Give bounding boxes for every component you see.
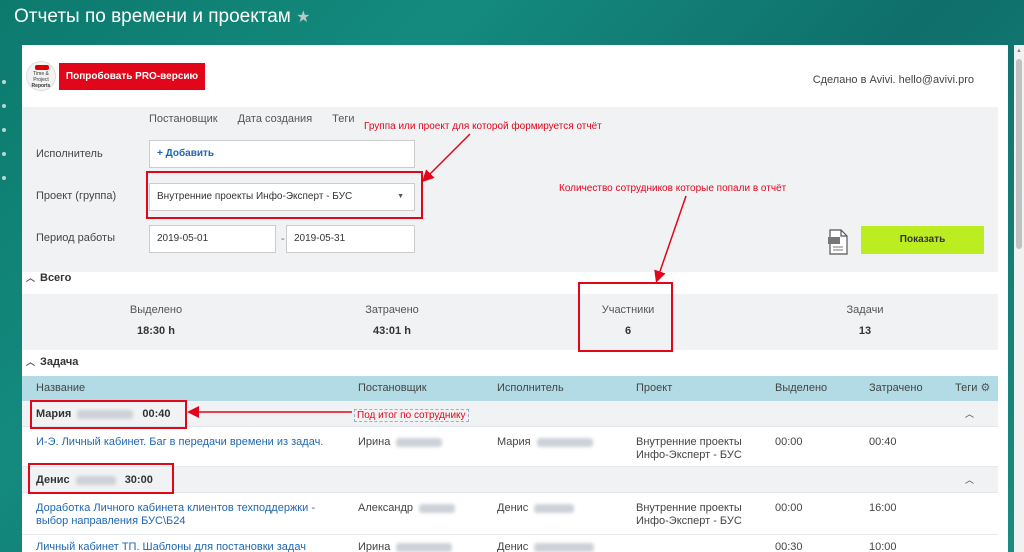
chevron-up-icon[interactable]: ︿ [965,401,974,427]
col-executor[interactable]: Исполнитель [497,376,564,401]
made-by-text: Сделано в Avivi. hello@avivi.pro [812,74,974,86]
total-spent: Затрачено 43:01 h [365,304,419,337]
dot-icon [2,128,6,132]
star-icon[interactable]: ★ [296,9,310,26]
task-executor: Денис [497,502,580,515]
export-doc-icon[interactable] [827,229,849,255]
blurred-surname [536,437,593,447]
annotation-project-box [146,171,423,219]
task-executor: Денис [497,541,600,552]
annotation-count-note: Количество сотрудников которые попали в … [559,183,787,194]
task-spent: 10:00 [869,541,897,552]
dot-icon [2,176,6,180]
col-project[interactable]: Проект [636,376,672,401]
task-allocated: 00:00 [775,502,803,514]
task-executor: Мария [497,436,599,449]
tasks-section-header[interactable]: ︿ Задача [22,352,998,373]
dot-icon [2,104,6,108]
left-strip [0,80,8,200]
period-label: Период работы [36,232,115,244]
col-allocated[interactable]: Выделено [775,376,827,401]
totals-section-header[interactable]: ︿ Всего [22,268,998,289]
blurred-surname [419,503,456,513]
table-row: Личный кабинет ТП. Шаблоны для постановк… [22,535,998,552]
task-project: Внутренние проекты Инфо-Эксперт - БУС [636,436,742,461]
add-executor-link[interactable]: + Добавить [157,148,214,159]
task-allocated: 00:30 [775,541,803,552]
task-title-link[interactable]: И-Э. Личный кабинет. Баг в передачи врем… [36,436,336,449]
blurred-surname [534,542,595,552]
executor-label: Исполнитель [36,148,103,160]
date-range-separator: - [281,233,285,245]
table-header: Название Постановщик Исполнитель Проект … [22,376,998,401]
annotation-group-note: Группа или проект для которой формируетс… [364,121,602,132]
task-author: Ирина [358,436,448,449]
chevron-up-icon: ︿ [26,357,36,367]
filter-tabs: Постановщик Дата создания Теги [149,113,355,125]
annotation-participants-box [578,282,673,352]
annotation-group1-box [30,400,187,429]
dot-icon [2,152,6,156]
blurred-surname [396,437,443,447]
annotation-group2-box [28,463,174,494]
dot-icon [2,80,6,84]
show-button[interactable]: Показать [861,226,984,254]
totals-panel: Выделено 18:30 h Затрачено 43:01 h Участ… [22,294,998,350]
scroll-up-icon[interactable]: ▲ [1016,48,1022,54]
panel-header: Time & Project Reports Попробовать PRO-в… [22,45,998,107]
task-title-link[interactable]: Личный кабинет ТП. Шаблоны для постановк… [36,541,336,552]
project-label: Проект (группа) [36,190,117,202]
date-from-input[interactable]: 2019-05-01 [149,225,276,253]
col-spent[interactable]: Затрачено [869,376,923,401]
blurred-surname [534,503,575,513]
gear-icon[interactable]: ⚙ [980,382,990,394]
col-name[interactable]: Название [36,376,85,401]
table-row: Доработка Личного кабинета клиентов техп… [22,493,998,535]
task-spent: 00:40 [869,436,897,448]
date-to-input[interactable]: 2019-05-31 [286,225,415,253]
app-logo: Time & Project Reports [26,61,56,91]
col-author[interactable]: Постановщик [358,376,427,401]
chevron-up-icon[interactable]: ︿ [965,467,974,493]
scrollbar-thumb[interactable] [1016,59,1022,249]
try-pro-button[interactable]: Попробовать PRO-версию [59,63,205,90]
task-allocated: 00:00 [775,436,803,448]
executor-field[interactable]: + Добавить [149,140,415,168]
page-scrollbar[interactable]: ▲ [1014,45,1024,552]
filter-tab-tags[interactable]: Теги [332,113,354,125]
task-author: Александр [358,502,461,515]
filter-tab-author[interactable]: Постановщик [149,113,218,125]
task-project: Внутренние проекты Инфо-Эксперт - БУС [636,502,742,527]
chevron-up-icon: ︿ [26,273,36,283]
task-author: Ирина [358,541,458,552]
annotation-subtotal-note: Под итог по сотруднику [354,409,469,422]
total-tasks: Задачи 13 [846,304,884,337]
col-tags[interactable]: Теги ⚙ [955,376,990,401]
page-title: Отчеты по времени и проектам ★ [14,6,311,27]
task-title-link[interactable]: Доработка Личного кабинета клиентов техп… [36,502,336,528]
logo-badge [35,65,49,70]
task-spent: 16:00 [869,502,897,514]
table-row: И-Э. Личный кабинет. Баг в передачи врем… [22,427,998,467]
total-allocated: Выделено 18:30 h [129,304,183,337]
blurred-surname [396,542,453,552]
filter-tab-created[interactable]: Дата создания [238,113,313,125]
